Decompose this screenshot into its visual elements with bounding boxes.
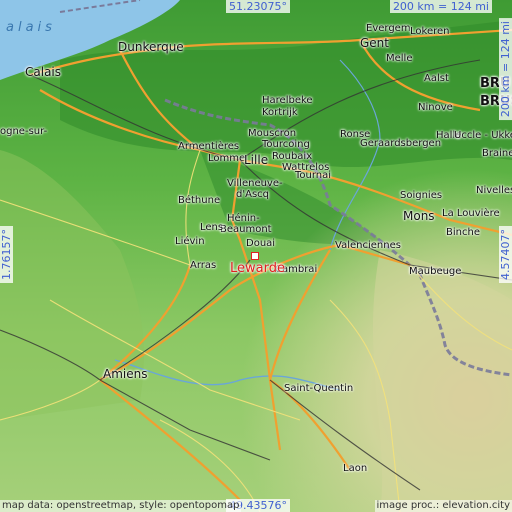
location-label: Lewarde [230, 261, 285, 276]
city-label-armentieres: Armentières [178, 141, 240, 152]
city-label-douai: Douai [246, 238, 276, 249]
scale-vertical: 200 km = 124 mi [499, 18, 512, 121]
city-label-nivelles: Nivelles [476, 185, 512, 196]
city-label-harelbeke: Harelbeke [262, 95, 313, 106]
right-longitude-label: 4.57407° [499, 226, 512, 283]
city-label-dascq: d'Ascq [236, 189, 269, 200]
city-label-mons: Mons [403, 209, 435, 223]
city-label-lievin: Liévin [175, 236, 205, 247]
map-credit: map data: openstreetmap, style: opentopo… [0, 500, 242, 512]
city-label-gent: Gent [360, 36, 389, 50]
city-label-lokeren: Lokeren [410, 26, 450, 37]
city-label-geraards: Geraardsbergen [360, 138, 442, 149]
city-label-lens: Lens [200, 222, 224, 233]
city-label-dunkerque: Dunkerque [118, 40, 184, 54]
city-label-aalst: Aalst [424, 73, 449, 84]
top-latitude-label: 51.23075° [226, 0, 290, 13]
city-label-kortrijk: Kortrijk [262, 107, 298, 118]
city-label-beaumont: Beaumont [220, 224, 272, 235]
city-label-binche: Binche [446, 227, 480, 238]
city-label-villeneuve: Villeneuve- [227, 178, 283, 189]
city-label-laon: Laon [343, 463, 368, 474]
city-label-valenciennes: Valenciennes [335, 240, 401, 251]
image-credit: image proc.: elevation.city [374, 500, 512, 512]
city-label-bethune: Béthune [178, 195, 221, 206]
city-label-amiens: Amiens [103, 367, 148, 381]
location-marker[interactable] [251, 252, 259, 260]
city-label-melle: Melle [386, 53, 413, 64]
city-label-calais: Calais [25, 65, 62, 79]
topographic-map[interactable]: alais Dunkerque Calais Gent Evergem Lokeren M… [0, 0, 512, 512]
city-label-henin: Hénin- [227, 213, 260, 224]
city-label-arras: Arras [190, 260, 217, 271]
city-label-mouscron: Mouscron [248, 128, 297, 139]
sea-label: alais [6, 20, 56, 35]
city-label-roubaix: Roubaix [272, 151, 313, 162]
city-label-ninove: Ninove [418, 102, 453, 113]
city-label-louviere: La Louvière [442, 208, 500, 219]
left-longitude-label: 1.76157° [0, 226, 13, 283]
city-label-uccle: Uccle - Ukkel [454, 130, 512, 141]
city-label-lomme: Lomme [208, 153, 246, 164]
city-label-stquentin: Saint-Quentin [284, 383, 354, 394]
city-label-boulogne: ogne-sur- [0, 126, 48, 137]
city-label-tournai: Tournai [295, 170, 332, 181]
city-label-soignies: Soignies [400, 190, 443, 201]
city-label-maubeuge: Maubeuge [409, 266, 462, 277]
city-label-lille: Lille [244, 153, 269, 167]
city-label-tourcoing: Tourcoing [262, 139, 310, 150]
scale-horizontal: 200 km = 124 mi [389, 0, 492, 13]
city-label-evergem: Evergem [366, 23, 411, 34]
city-label-braine: Braine- [482, 148, 512, 159]
